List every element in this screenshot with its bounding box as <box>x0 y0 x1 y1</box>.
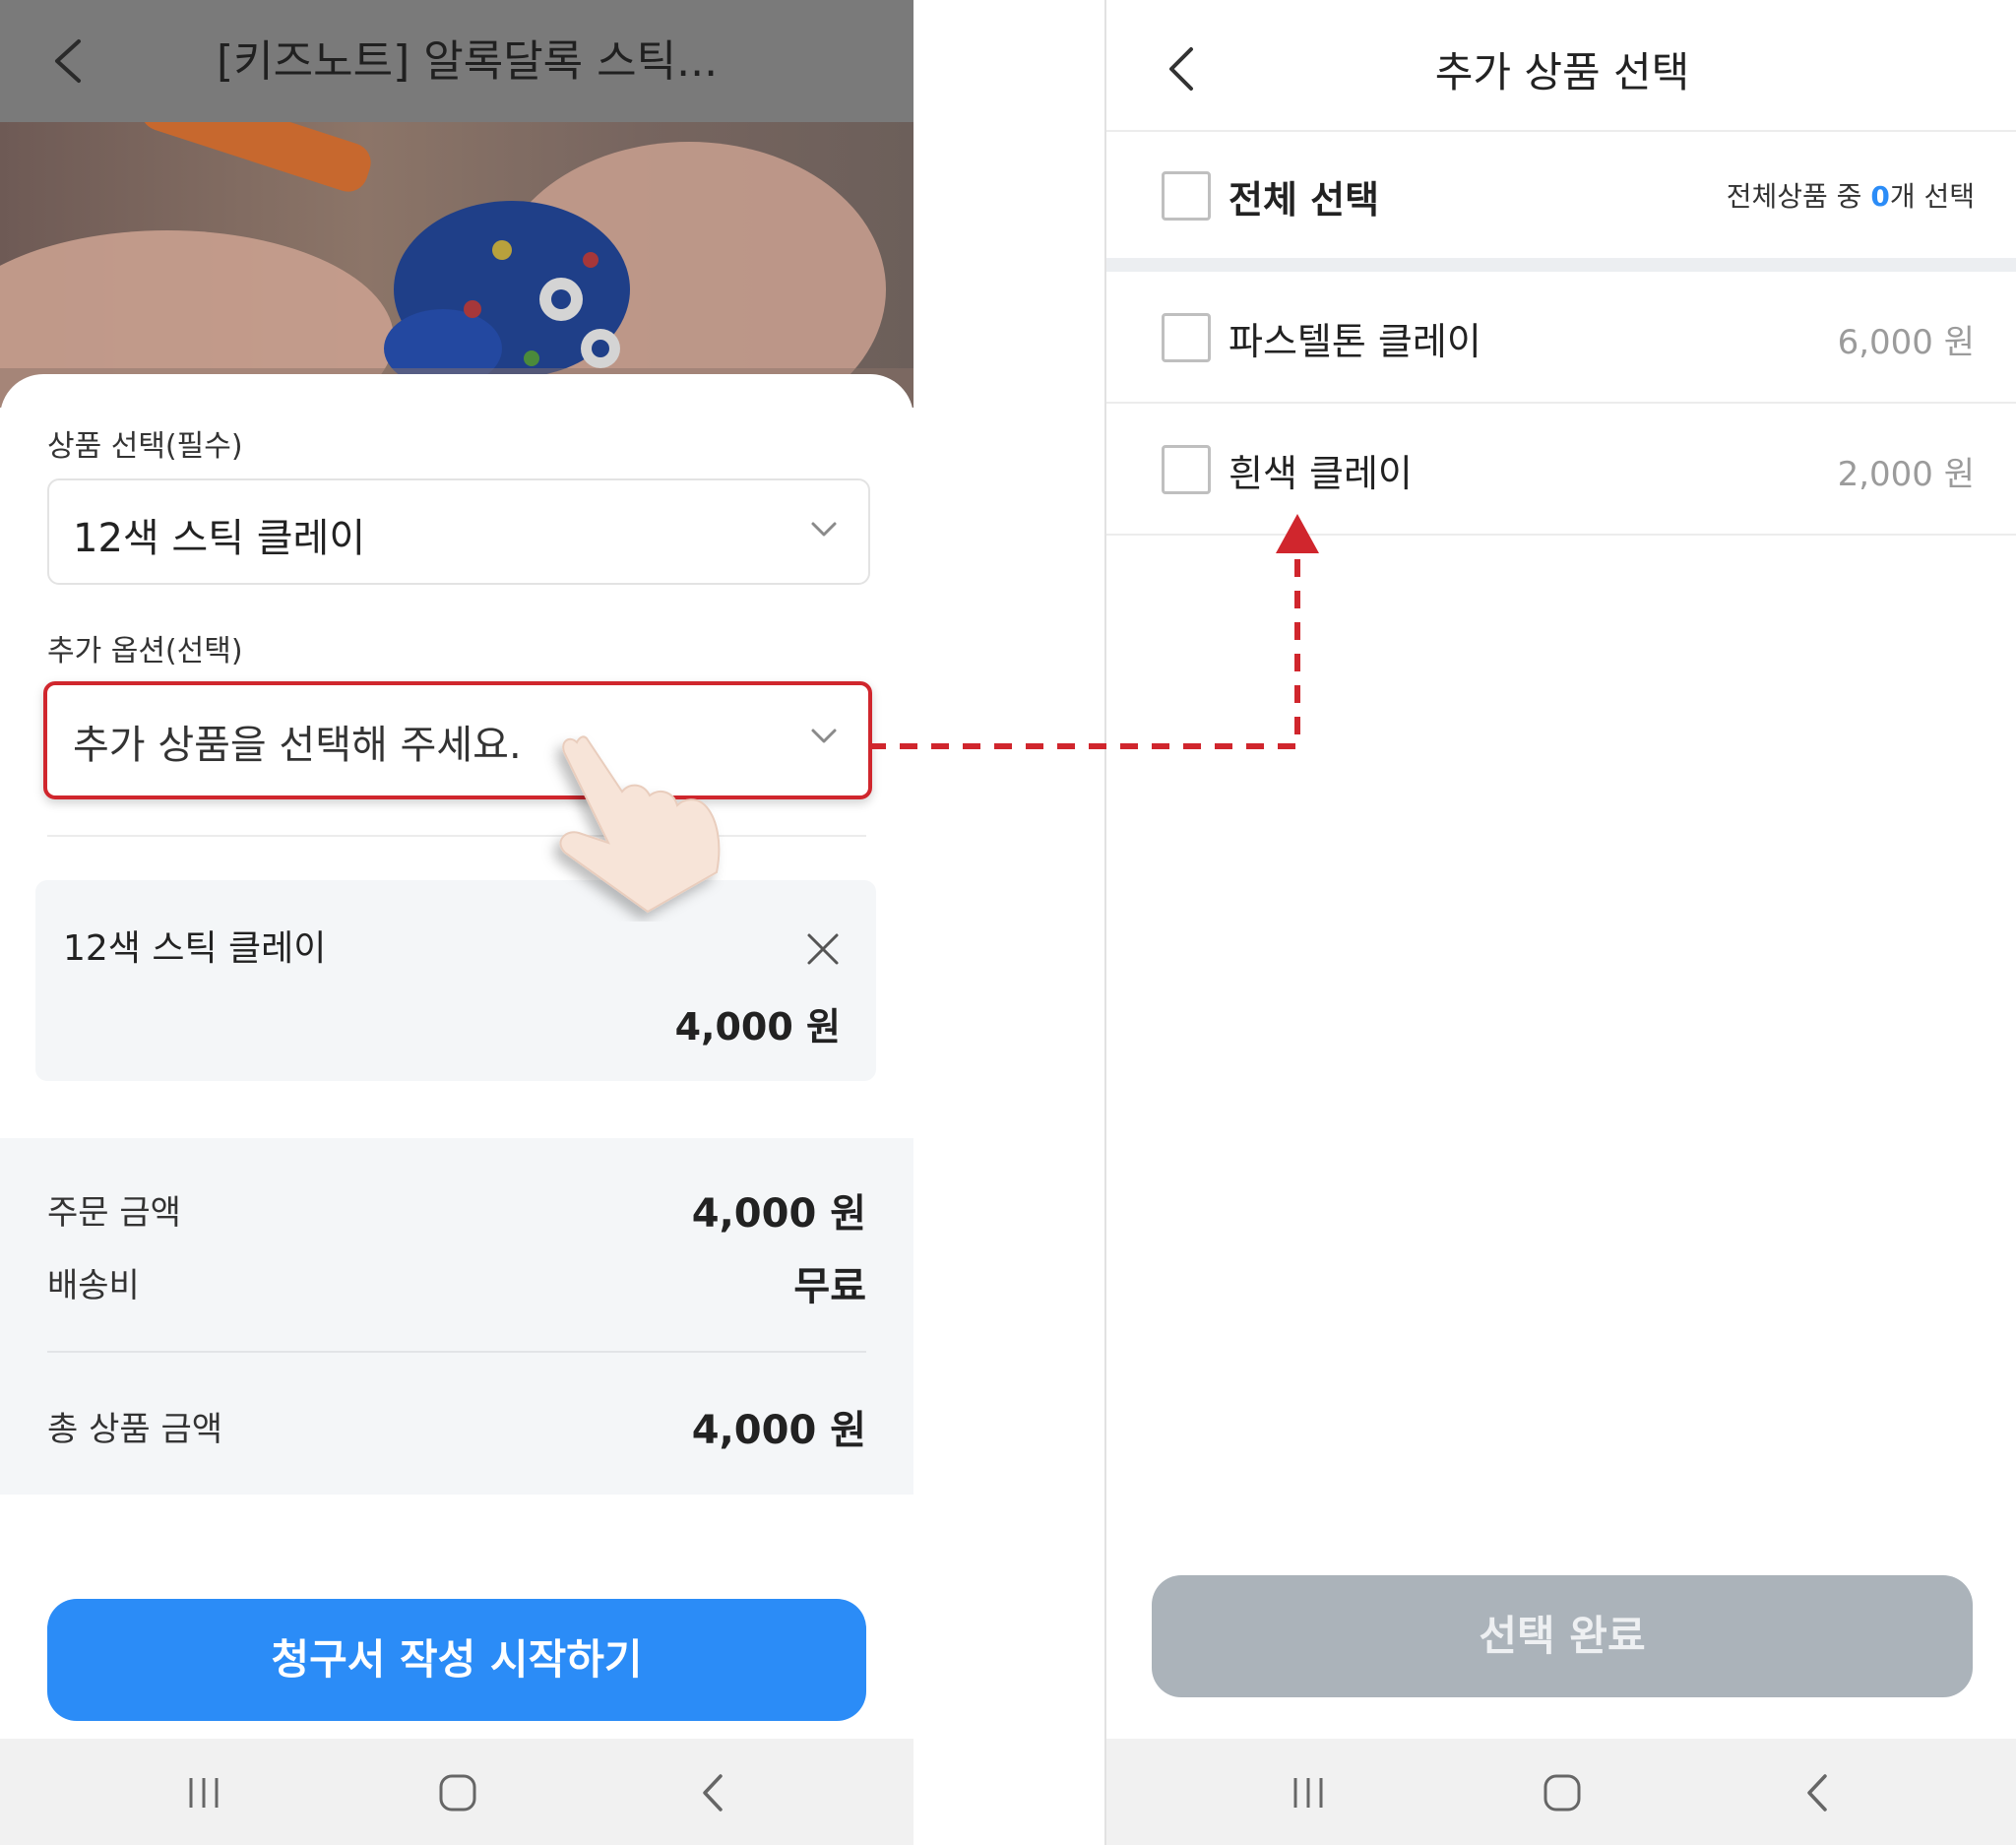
selected-item-card: 12색 스틱 클레이 4,000 원 <box>35 880 876 1081</box>
selection-count-suffix: 개 선택 <box>1889 180 1975 213</box>
section-divider <box>1106 258 2016 272</box>
shipping-label: 배송비 <box>47 1266 140 1305</box>
select-all-row[interactable]: 전체 선택 전체상품 중 0개 선택 <box>1106 132 2016 258</box>
home-icon[interactable] <box>433 1768 482 1817</box>
product-select-label: 상품 선택(필수) <box>47 429 243 464</box>
home-icon[interactable] <box>1538 1768 1587 1817</box>
addon-item-price: 6,000 원 <box>1837 323 1975 362</box>
order-amount-label: 주문 금액 <box>47 1193 181 1233</box>
top-app-bar: [키즈노트] 알록달록 스틱... <box>0 0 914 122</box>
chevron-down-icon <box>811 522 837 537</box>
addon-product-screen: 추가 상품 선택 전체 선택 전체상품 중 0개 선택 파스텔톤 클레이 6,0… <box>1104 0 2016 1845</box>
addon-select-highlight <box>43 681 872 799</box>
order-amount-value: 4,000 원 <box>691 1191 866 1237</box>
selected-item-name: 12색 스틱 클레이 <box>63 928 327 969</box>
checkbox-icon[interactable] <box>1162 445 1211 494</box>
divider <box>47 1351 866 1353</box>
selection-count: 전체상품 중 0개 선택 <box>1727 175 1975 215</box>
total-amount-label: 총 상품 금액 <box>47 1410 223 1449</box>
total-amount-value: 4,000 원 <box>691 1408 866 1453</box>
checkbox-icon[interactable] <box>1162 313 1211 362</box>
recent-apps-icon[interactable] <box>179 1768 228 1817</box>
select-done-button[interactable]: 선택 완료 <box>1152 1575 1973 1697</box>
addon-item-price: 2,000 원 <box>1837 455 1975 494</box>
price-summary: 주문 금액 4,000 원 배송비 무료 총 상품 금액 4,000 원 <box>0 1138 914 1495</box>
addon-item-name: 흰색 클레이 <box>1228 452 1413 495</box>
addon-item-name: 파스텔톤 클레이 <box>1228 320 1481 363</box>
divider <box>47 835 866 837</box>
nav-back-icon[interactable] <box>689 1768 738 1817</box>
close-icon[interactable] <box>805 931 841 967</box>
system-nav-bar <box>1106 1739 2016 1845</box>
page-title: 추가 상품 선택 <box>1434 48 1690 96</box>
pointing-hand-icon <box>559 735 721 914</box>
selection-count-prefix: 전체상품 중 <box>1726 180 1871 213</box>
product-hero-image <box>0 122 914 408</box>
system-nav-bar <box>0 1739 914 1845</box>
product-option-screen: [키즈노트] 알록달록 스틱... 상품 선택(필수) 12색 스틱 클레이 추… <box>0 0 914 1845</box>
back-icon[interactable] <box>45 33 94 89</box>
shipping-value: 무료 <box>793 1264 866 1309</box>
checkbox-icon[interactable] <box>1162 171 1211 221</box>
start-invoice-button[interactable]: 청구서 작성 시작하기 <box>47 1599 866 1721</box>
selection-count-number: 0 <box>1870 180 1890 213</box>
select-all-label: 전체 선택 <box>1228 178 1380 222</box>
recent-apps-icon[interactable] <box>1284 1768 1333 1817</box>
top-app-bar: 추가 상품 선택 <box>1106 0 2016 132</box>
product-select-value: 12색 스틱 클레이 <box>73 516 366 561</box>
product-select[interactable]: 12색 스틱 클레이 <box>47 478 870 585</box>
list-item[interactable]: 흰색 클레이 2,000 원 <box>1106 404 2016 536</box>
nav-back-icon[interactable] <box>1794 1768 1843 1817</box>
list-item[interactable]: 파스텔톤 클레이 6,000 원 <box>1106 272 2016 404</box>
addon-select-label: 추가 옵션(선택) <box>47 634 243 668</box>
page-title: [키즈노트] 알록달록 스틱... <box>217 36 719 87</box>
selected-item-price: 4,000 원 <box>674 1005 841 1049</box>
